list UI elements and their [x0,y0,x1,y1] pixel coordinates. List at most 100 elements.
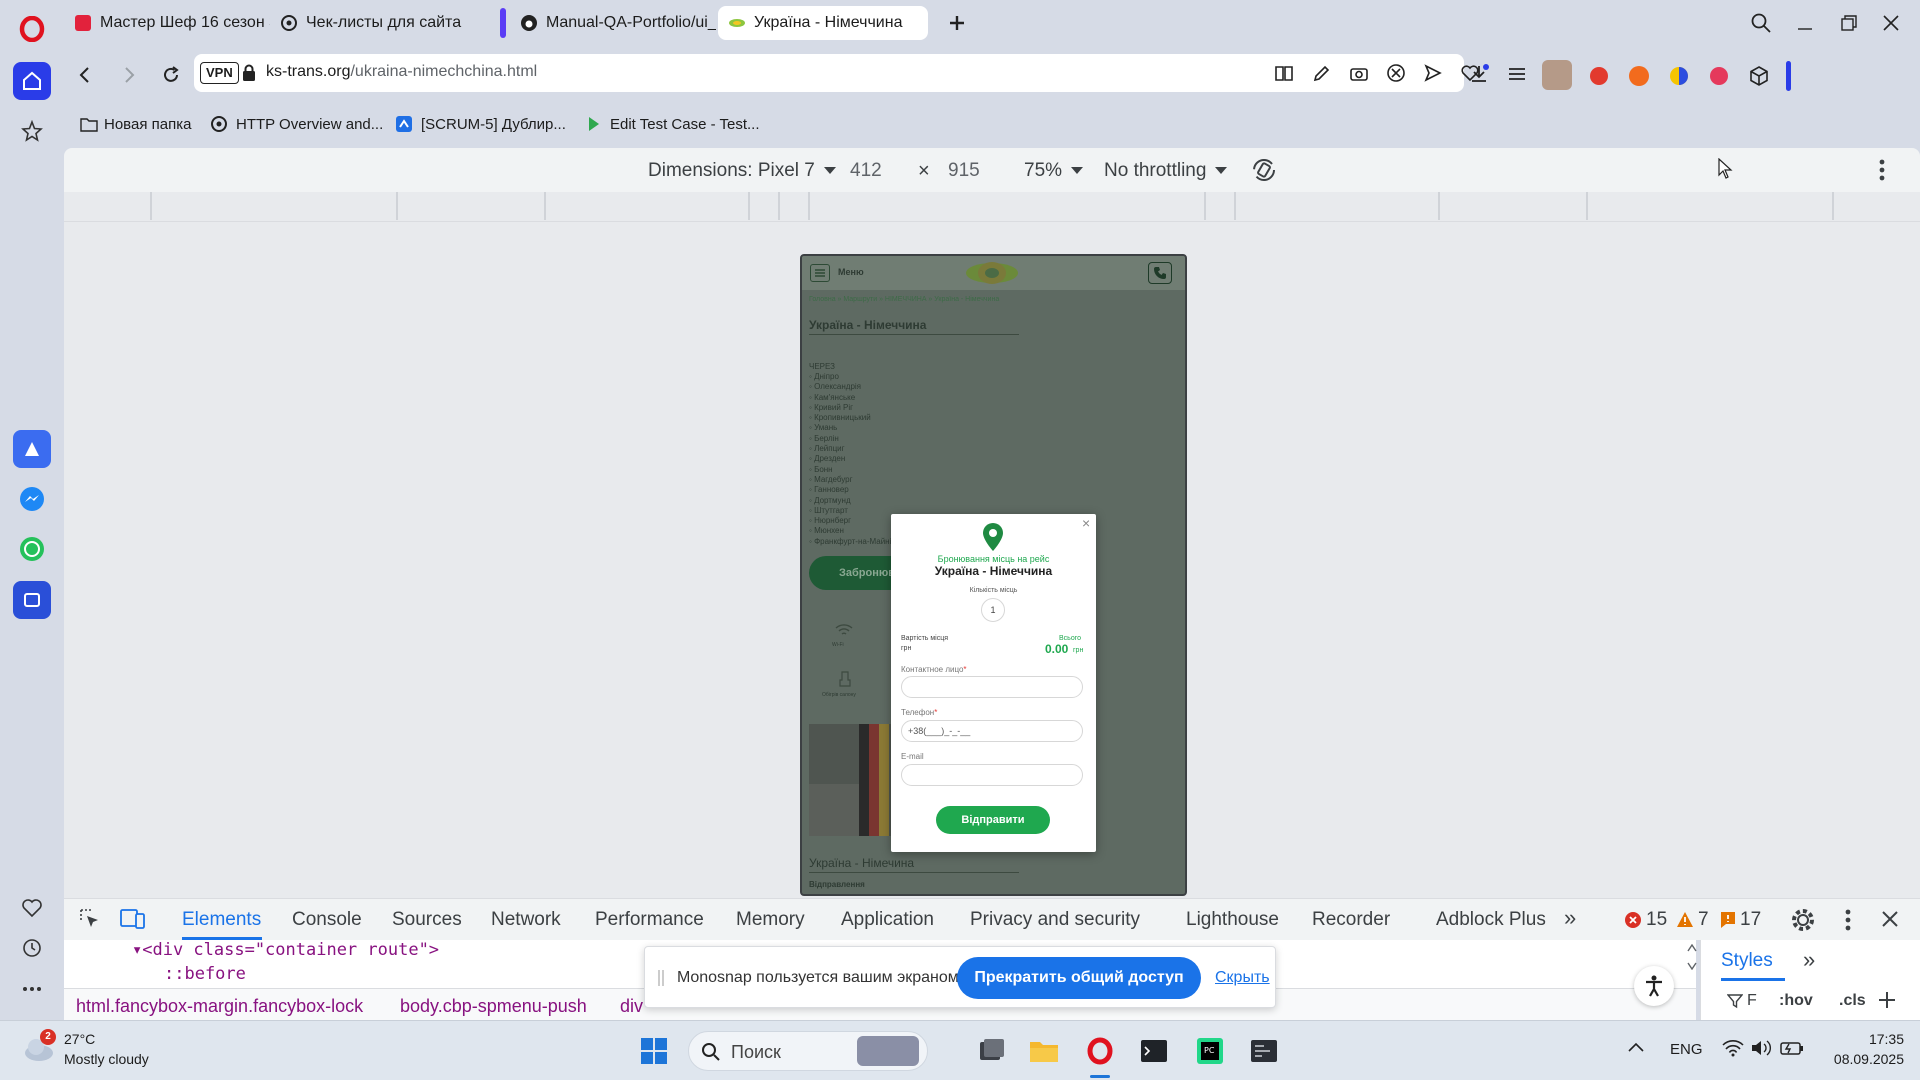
cls-toggle[interactable]: .cls [1839,992,1866,1010]
speed-dial-icon[interactable] [13,112,51,150]
hide-link[interactable]: Скрыть [1215,969,1270,987]
language-indicator[interactable]: ENG [1670,1041,1703,1058]
accessibility-icon[interactable] [1634,966,1674,1006]
stop-sharing-button[interactable]: Прекратить общий доступ [957,957,1201,999]
snapshot-icon[interactable] [1349,63,1369,83]
file-explorer-icon[interactable] [1024,1031,1064,1071]
bookmark-http-overview[interactable]: HTTP Overview and... [210,112,383,136]
styles-more-icon[interactable]: » [1803,947,1815,973]
search-tabs-icon[interactable] [1750,12,1772,34]
forward-icon[interactable] [118,64,140,86]
profile-avatar[interactable] [1542,60,1572,90]
extension-blue-yellow-icon[interactable] [1666,63,1692,89]
breadcrumb[interactable]: Головна » Маршрути » НІМЕЧЧИНА » Україна… [809,296,999,303]
send-icon[interactable] [1423,63,1443,83]
lock-icon[interactable] [242,64,256,82]
inspect-element-icon[interactable] [78,907,102,931]
bookmark-testrail[interactable]: Edit Test Case - Test... [586,112,760,136]
console-app-icon[interactable] [1244,1031,1284,1071]
tab-network[interactable]: Network [491,909,561,931]
extensions-cube-icon[interactable] [1746,63,1772,89]
height-input[interactable]: 915 [948,160,980,182]
battery-icon[interactable] [1780,1039,1804,1057]
tab-ukraina-nimechchina[interactable]: Україна - Німеччина [718,6,928,40]
aria-icon[interactable] [13,430,51,468]
site-logo[interactable] [964,260,1020,286]
menu-label[interactable]: Меню [838,267,864,277]
menu-icon[interactable] [810,264,830,282]
tab-application[interactable]: Application [841,909,934,931]
tab-performance[interactable]: Performance [595,909,704,931]
close-devtools-icon[interactable] [1880,909,1900,929]
dimensions-select[interactable]: Dimensions: Pixel 7 [648,160,837,182]
adblock-icon[interactable] [1386,63,1406,83]
bookmark-scrum5[interactable]: [SCRUM-5] Дублир... [395,112,566,136]
settings-gear-icon[interactable] [1790,907,1816,933]
new-style-rule-icon[interactable] [1877,990,1897,1010]
phone-icon[interactable] [1148,262,1172,284]
opera-taskbar-icon[interactable] [1080,1031,1120,1071]
hov-toggle[interactable]: :hov [1779,992,1813,1010]
messenger-icon[interactable] [13,480,51,518]
url-text[interactable]: ks-trans.org/ukraina-nimechchina.html [266,63,537,81]
windows-start-icon[interactable] [634,1031,674,1071]
downloads-icon[interactable] [1468,63,1490,85]
error-count[interactable]: 15 [1624,909,1667,931]
pycharm-icon[interactable]: PC [1190,1031,1230,1071]
music-player-icon[interactable] [13,581,51,619]
tab-styles[interactable]: Styles [1721,950,1773,972]
device-toolbar-menu-icon[interactable] [1878,158,1886,182]
clock-time[interactable]: 17:35 [1838,1031,1904,1047]
taskbar-search[interactable]: Поиск [688,1031,928,1071]
tab-recorder[interactable]: Recorder [1312,909,1390,931]
device-toggle-icon[interactable] [120,907,146,931]
media-query-ruler[interactable] [64,192,1920,222]
width-input[interactable]: 412 [850,160,882,182]
zoom-select[interactable]: 75% [1024,160,1084,182]
home-icon[interactable] [13,62,51,100]
tab-privacy-security[interactable]: Privacy and security [970,909,1140,931]
task-view-icon[interactable] [972,1031,1012,1071]
reader-mode-icon[interactable] [1274,63,1294,83]
opera-logo-icon[interactable] [13,10,51,48]
scroll-down-icon[interactable] [1687,962,1697,970]
modal-close-icon[interactable]: × [1082,515,1090,531]
warning-count[interactable]: 7 [1676,909,1709,931]
edit-icon[interactable] [1312,63,1332,83]
crumb-body[interactable]: body.cbp-spmenu-push [400,996,587,1017]
whatsapp-icon[interactable] [13,530,51,568]
close-window-icon[interactable] [1880,12,1902,34]
issues-count[interactable]: 17 [1720,909,1761,931]
dom-node-line[interactable]: ▾<div class="container route"> [132,940,439,960]
email-field[interactable] [901,764,1083,786]
extension-red-icon[interactable] [1586,63,1612,89]
tab-adblock-plus[interactable]: Adblock Plus [1436,909,1546,931]
scroll-up-icon[interactable] [1687,944,1697,952]
easy-setup-icon[interactable] [1506,63,1528,85]
temperature[interactable]: 27°C [64,1031,95,1047]
throttling-select[interactable]: No throttling [1104,160,1228,182]
volume-icon[interactable] [1750,1039,1772,1057]
phone-field[interactable]: +38(___)_-_-__ [901,720,1083,742]
devtools-menu-icon[interactable] [1844,908,1852,932]
contact-person-field[interactable] [901,676,1083,698]
extension-pink-icon[interactable] [1706,63,1732,89]
tab-checklists[interactable]: Чек-листы для сайта [270,6,480,40]
pseudo-before-line[interactable]: ::before [164,964,246,984]
styles-filter[interactable]: F [1727,992,1757,1010]
vpn-badge[interactable]: VPN [200,62,239,84]
submit-button[interactable]: Відправити [936,806,1050,834]
seats-input[interactable]: 1 [981,598,1005,622]
history-icon[interactable] [13,929,51,967]
weather-description[interactable]: Mostly cloudy [64,1051,149,1067]
drag-handle-icon[interactable] [657,969,665,987]
wifi-status-icon[interactable] [1722,1039,1744,1057]
tab-github[interactable]: Manual-QA-Portfolio/ui_te [510,6,716,40]
heart-icon[interactable] [13,889,51,927]
extension-orange-icon[interactable] [1626,63,1652,89]
reload-icon[interactable] [160,64,182,86]
back-icon[interactable] [74,64,96,86]
tab-memory[interactable]: Memory [736,909,805,931]
tab-masterchef[interactable]: Мастер Шеф 16 сезон 3 в [64,6,270,40]
address-bar[interactable]: VPN ks-trans.org/ukraina-nimechchina.htm… [194,54,1479,92]
